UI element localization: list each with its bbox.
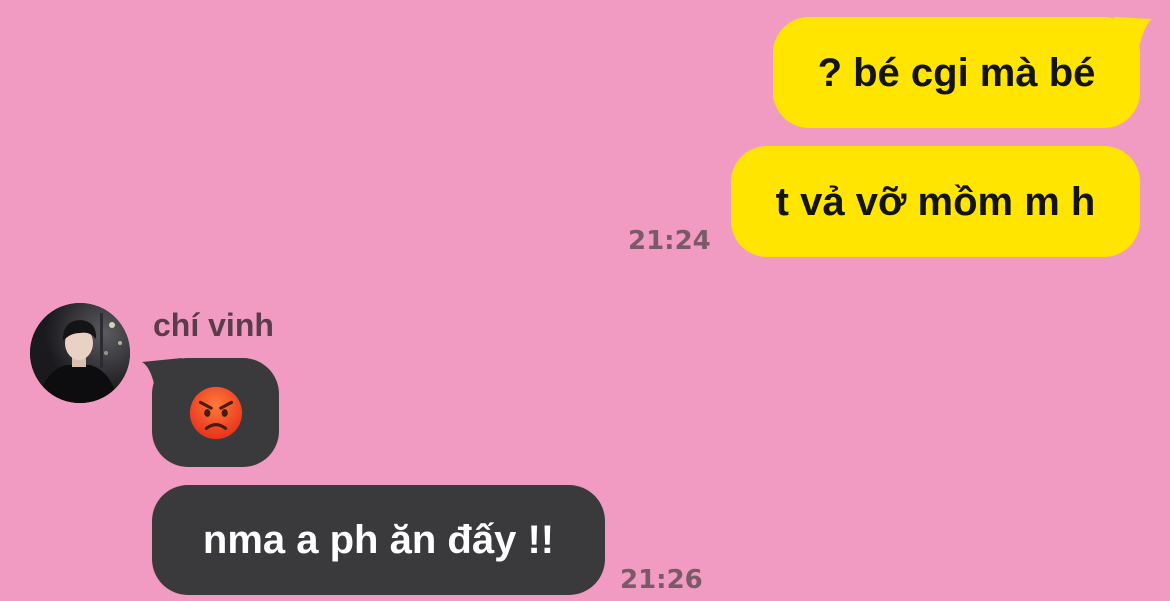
incoming-message-bubble[interactable]: nma a ph ăn đấy !! — [152, 485, 605, 595]
message-timestamp: 21:24 — [628, 226, 711, 256]
message-timestamp: 21:26 — [620, 565, 703, 595]
incoming-message-bubble[interactable] — [152, 358, 279, 467]
message-text: t vả vỡ mồm m h — [775, 179, 1096, 224]
outgoing-message-bubble[interactable]: t vả vỡ mồm m h — [731, 146, 1140, 257]
avatar-photo — [30, 303, 130, 403]
contact-avatar[interactable] — [30, 303, 130, 403]
message-text: ? bé cgi mà bé — [817, 50, 1096, 95]
pouting-face-emoji — [189, 386, 242, 439]
outgoing-message-bubble[interactable]: ? bé cgi mà bé — [773, 17, 1140, 128]
message-text: nma a ph ăn đấy !! — [202, 518, 555, 562]
sender-name: chí vinh — [153, 307, 274, 343]
